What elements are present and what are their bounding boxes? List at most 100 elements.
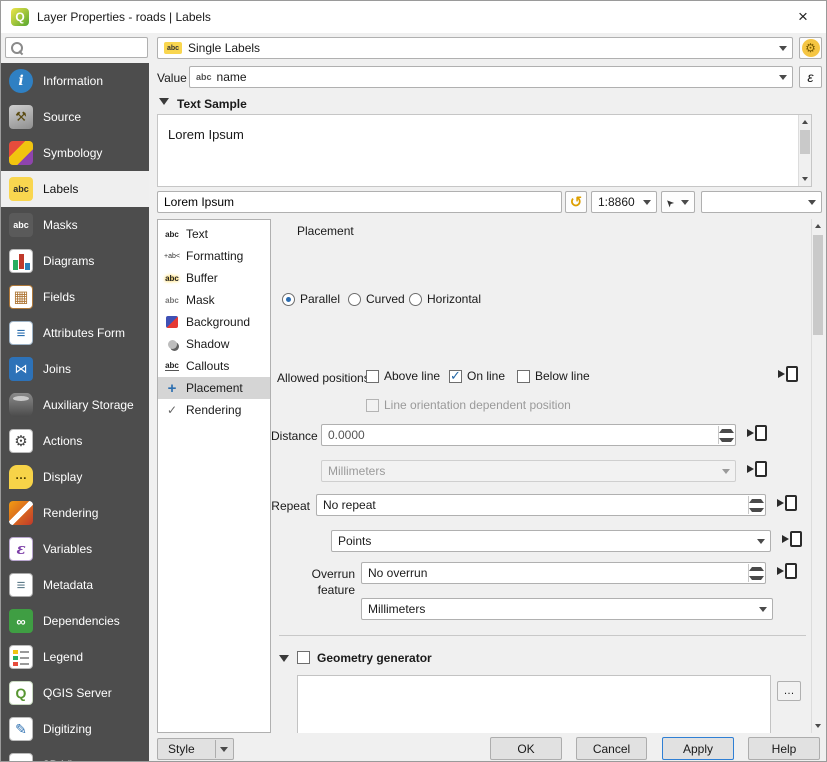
sample-text-input-wrap (157, 191, 562, 213)
sidebar-item-labels[interactable]: Labels (1, 171, 149, 207)
spinner-buttons[interactable] (748, 496, 764, 514)
tab-shadow[interactable]: Shadow (158, 333, 270, 355)
scrollbar-thumb[interactable] (800, 130, 810, 154)
sidebar-item-variables[interactable]: Variables (1, 531, 149, 567)
label-mode-combo[interactable]: Single Labels (157, 37, 793, 59)
apply-button[interactable]: Apply (662, 737, 734, 760)
repeat-spinbox[interactable]: No repeat (316, 494, 766, 516)
style-button[interactable]: Style (157, 738, 234, 760)
spin-down-icon[interactable] (719, 435, 734, 444)
sidebar-item-qgis-server[interactable]: QGIS Server (1, 675, 149, 711)
placement-scrollbar[interactable] (811, 219, 824, 733)
tab-placement[interactable]: Placement (158, 377, 270, 399)
scale-combo[interactable]: 1:8860 (591, 191, 657, 213)
tab-rendering[interactable]: Rendering (158, 399, 270, 421)
sidebar-item-rendering[interactable]: Rendering (1, 495, 149, 531)
tab-formatting[interactable]: Formatting (158, 245, 270, 267)
tab-callouts[interactable]: Callouts (158, 355, 270, 377)
distance-unit-combo[interactable]: Millimeters (321, 460, 736, 482)
title-bar[interactable]: Layer Properties - roads | Labels × (1, 1, 826, 33)
cancel-button[interactable]: Cancel (576, 737, 647, 760)
geometry-generator-checkbox[interactable] (297, 651, 310, 664)
automated-placement-settings-button[interactable] (799, 37, 822, 59)
data-defined-override-button[interactable] (776, 494, 800, 514)
sidebar-item-actions[interactable]: Actions (1, 423, 149, 459)
collapse-triangle-icon[interactable] (279, 655, 289, 662)
checkbox-checked-icon (449, 370, 462, 383)
ok-button[interactable]: OK (490, 737, 562, 760)
shadow-tab-icon (164, 336, 180, 352)
radio-parallel[interactable]: Parallel (282, 291, 340, 307)
data-defined-override-button[interactable] (781, 530, 805, 550)
scrollbar-thumb[interactable] (813, 235, 823, 335)
expression-builder-button[interactable]: ε (799, 66, 822, 88)
checkbox-line-orientation[interactable]: Line orientation dependent position (366, 397, 571, 413)
sidebar-item-legend[interactable]: Legend (1, 639, 149, 675)
sidebar-item-dependencies[interactable]: Dependencies (1, 603, 149, 639)
scroll-up-icon[interactable] (812, 219, 824, 233)
checkbox-below-line[interactable]: Below line (517, 368, 590, 384)
tab-label: Buffer (186, 271, 218, 285)
sidebar-item-display[interactable]: Display (1, 459, 149, 495)
sidebar-item-3d-view[interactable]: 3D View (1, 747, 149, 762)
overrun-unit-combo[interactable]: Millimeters (361, 598, 773, 620)
sidebar-item-attributes-form[interactable]: Attributes Form (1, 315, 149, 351)
set-scale-from-canvas-button[interactable]: ➤ (661, 191, 695, 213)
sidebar-item-diagrams[interactable]: Diagrams (1, 243, 149, 279)
sidebar-item-auxiliary-storage[interactable]: Auxiliary Storage (1, 387, 149, 423)
metadata-icon (9, 573, 33, 597)
data-defined-override-icon (785, 495, 797, 511)
tab-buffer[interactable]: Buffer (158, 267, 270, 289)
sidebar-item-source[interactable]: Source (1, 99, 149, 135)
data-defined-override-button[interactable] (777, 365, 801, 385)
reset-sample-button[interactable]: ↺ (565, 191, 587, 213)
tab-text[interactable]: Text (158, 223, 270, 245)
geometry-generator-expression-area[interactable] (297, 675, 771, 733)
scroll-up-icon[interactable] (799, 115, 811, 129)
spin-up-icon[interactable] (719, 426, 734, 435)
spinner-buttons[interactable] (748, 564, 764, 582)
tab-mask[interactable]: Mask (158, 289, 270, 311)
close-button[interactable]: × (792, 6, 814, 28)
sidebar-item-symbology[interactable]: Symbology (1, 135, 149, 171)
tab-background[interactable]: Background (158, 311, 270, 333)
scroll-down-icon[interactable] (799, 172, 811, 186)
sidebar-item-metadata[interactable]: Metadata (1, 567, 149, 603)
overrun-spinbox[interactable]: No overrun (361, 562, 766, 584)
help-button[interactable]: Help (748, 737, 820, 760)
tab-label: Callouts (186, 359, 229, 373)
spinner-buttons[interactable] (718, 426, 734, 444)
sidebar-search[interactable] (5, 37, 148, 58)
sidebar-item-fields[interactable]: Fields (1, 279, 149, 315)
spin-down-icon[interactable] (749, 505, 764, 514)
spin-up-icon[interactable] (749, 496, 764, 505)
data-defined-override-button[interactable] (746, 424, 770, 444)
sidebar-item-information[interactable]: Information (1, 63, 149, 99)
separator (279, 635, 806, 636)
value-field-combo[interactable]: abc name (189, 66, 793, 88)
data-defined-override-button[interactable] (746, 460, 770, 480)
distance-spinbox[interactable]: 0.0000 (321, 424, 736, 446)
data-defined-override-icon (755, 461, 767, 477)
sample-text-input[interactable] (164, 195, 555, 209)
sidebar-item-digitizing[interactable]: Digitizing (1, 711, 149, 747)
sidebar-item-masks[interactable]: Masks (1, 207, 149, 243)
radio-curved[interactable]: Curved (348, 291, 405, 307)
spin-up-icon[interactable] (749, 564, 764, 573)
dependencies-icon (9, 609, 33, 633)
repeat-unit-combo[interactable]: Points (331, 530, 771, 552)
checkbox-on-line[interactable]: On line (449, 368, 505, 384)
search-input[interactable] (24, 39, 134, 56)
data-defined-override-button[interactable] (776, 562, 800, 582)
radio-horizontal[interactable]: Horizontal (409, 291, 481, 307)
sample-extra-combo[interactable] (701, 191, 822, 213)
chevron-down-icon (752, 532, 769, 550)
spin-down-icon[interactable] (749, 573, 764, 582)
geometry-generator-ellipsis-button[interactable]: … (777, 681, 801, 701)
preview-scrollbar[interactable] (798, 115, 811, 186)
collapse-triangle-icon[interactable] (159, 98, 169, 105)
sidebar-item-joins[interactable]: Joins (1, 351, 149, 387)
checkbox-above-line[interactable]: Above line (366, 368, 440, 384)
scroll-down-icon[interactable] (812, 719, 824, 733)
radio-icon (348, 293, 361, 306)
